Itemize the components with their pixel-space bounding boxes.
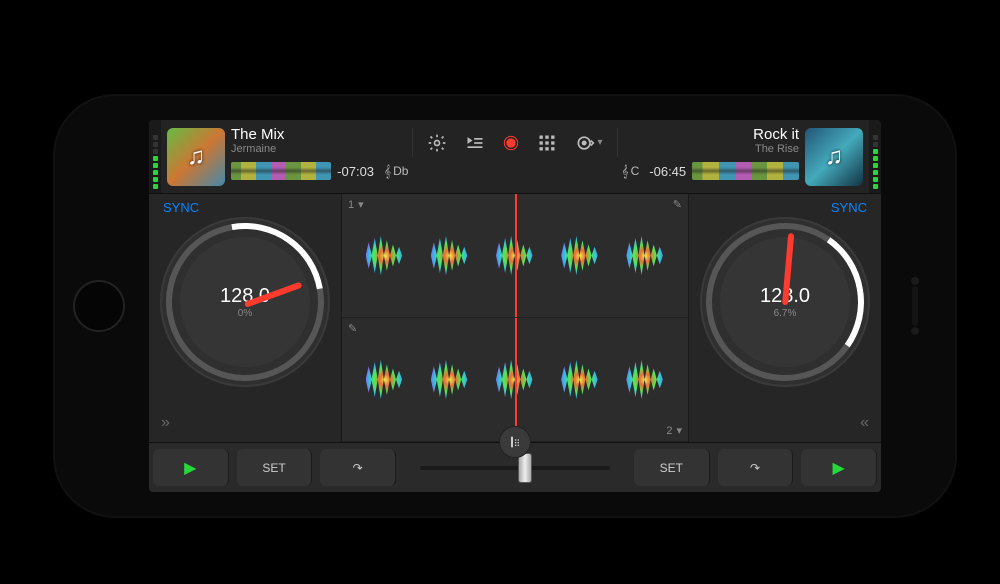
jog-wheel-a[interactable]: 128.0 0% (160, 217, 330, 387)
loop-button-b[interactable]: ↷ (718, 449, 794, 486)
deck-area: SYNC 128.0 0% » 1▾ ✎ (149, 194, 881, 442)
track-time-b: -06:45 (649, 164, 686, 179)
cue-set-button-a[interactable]: SET (237, 449, 313, 486)
top-bar: ♫ The Mix Jermaine -07:03 𝄞Db (149, 120, 881, 194)
edit-icon-a[interactable]: ✎ (673, 198, 682, 211)
phone-frame: ♫ The Mix Jermaine -07:03 𝄞Db (55, 96, 955, 516)
album-art-b[interactable]: ♫ (805, 128, 863, 186)
jog-wheel-b[interactable]: 128.0 6.7% (700, 217, 870, 387)
waveform-row-a[interactable]: 1▾ ✎ (342, 194, 688, 318)
music-icon: ♫ (805, 128, 863, 186)
track-artist-b: The Rise (618, 143, 799, 155)
waveform-row-b[interactable]: ✎ 2▾ (342, 318, 688, 442)
toolbar: ▾ (412, 128, 617, 157)
pitch-b: 6.7% (774, 308, 797, 319)
mixer-toggle-icon[interactable] (499, 426, 531, 458)
expand-right-icon[interactable]: « (860, 414, 869, 432)
expand-left-icon[interactable]: » (161, 414, 170, 432)
sync-button-b[interactable]: SYNC (831, 200, 881, 215)
vu-meter-right (869, 120, 881, 193)
playhead-b (515, 318, 517, 441)
waveform-panel: 1▾ ✎ ✎ 2▾ (341, 194, 689, 442)
album-art-a[interactable]: ♫ (167, 128, 225, 186)
overview-waveform-b[interactable] (692, 162, 799, 180)
music-icon: ♫ (167, 128, 225, 186)
phone-speaker (911, 277, 919, 335)
home-button[interactable] (73, 280, 125, 332)
record-icon[interactable] (503, 135, 519, 151)
track-artist-a: Jermaine (231, 143, 412, 155)
vu-meter-left (149, 120, 161, 193)
track-title-b: Rock it (618, 126, 799, 143)
track-key-b: 𝄞C (618, 164, 644, 179)
track-key-a: 𝄞Db (380, 164, 412, 179)
pitch-a: 0% (238, 308, 252, 319)
loop-button-a[interactable]: ↷ (320, 449, 396, 486)
playhead-a (515, 194, 517, 317)
track-time-a: -07:03 (337, 164, 374, 179)
deck-b: SYNC 128.0 6.7% « (689, 194, 881, 442)
automix-icon[interactable]: ▾ (575, 133, 602, 153)
edit-icon-b[interactable]: ✎ (348, 322, 357, 335)
track-info-b[interactable]: Rock it The Rise -06:45 𝄞C (618, 120, 799, 193)
queue-icon[interactable] (465, 133, 485, 153)
wave-label-b: 2▾ (666, 424, 682, 437)
overview-waveform-a[interactable] (231, 162, 331, 180)
track-title-a: The Mix (231, 126, 412, 143)
play-button-b[interactable]: ▶ (801, 449, 877, 486)
app-screen: ♫ The Mix Jermaine -07:03 𝄞Db (149, 120, 881, 492)
play-button-a[interactable]: ▶ (153, 449, 229, 486)
deck-a: SYNC 128.0 0% » (149, 194, 341, 442)
settings-icon[interactable] (427, 133, 447, 153)
grid-icon[interactable] (537, 133, 557, 153)
cue-set-button-b[interactable]: SET (634, 449, 710, 486)
wave-label-a: 1▾ (348, 198, 364, 211)
track-info-a[interactable]: The Mix Jermaine -07:03 𝄞Db (231, 120, 412, 193)
sync-button-a[interactable]: SYNC (149, 200, 199, 215)
